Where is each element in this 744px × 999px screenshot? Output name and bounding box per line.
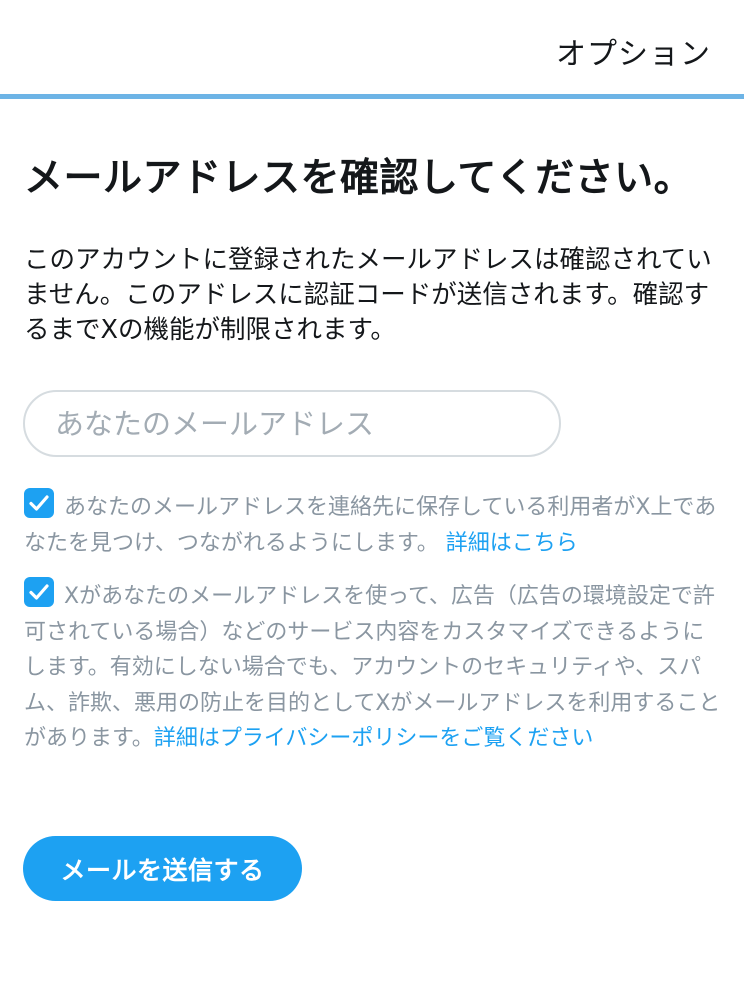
contact-discovery-text: あなたのメールアドレスを連絡先に保存している利用者がX上であなたを見つけ、つなが…	[24, 495, 717, 556]
learn-more-link[interactable]: 詳細はこちら	[446, 531, 578, 556]
send-email-button[interactable]: メールを送信する	[23, 836, 302, 901]
personalization-checkbox[interactable]	[24, 577, 54, 607]
personalization-consent: Xがあなたのメールアドレスを使って、広告（広告の環境設定で許可されている場合）な…	[24, 577, 722, 757]
privacy-policy-link[interactable]: 詳細はプライバシーポリシーをご覧ください	[154, 726, 594, 751]
contact-discovery-checkbox[interactable]	[24, 488, 54, 518]
email-input[interactable]	[23, 390, 561, 457]
checkmark-icon	[29, 495, 49, 511]
progress-line	[0, 94, 744, 99]
verify-email-screen: オプション メールアドレスを確認してください。 このアカウントに登録されたメール…	[0, 0, 744, 999]
page-description: このアカウントに登録されたメールアドレスは確認されていません。このアドレスに認証…	[24, 245, 712, 345]
contact-discovery-consent: あなたのメールアドレスを連絡先に保存している利用者がX上であなたを見つけ、つなが…	[24, 488, 722, 561]
options-link[interactable]: オプション	[556, 37, 711, 73]
top-bar: オプション	[0, 0, 744, 94]
page-title: メールアドレスを確認してください。	[24, 156, 694, 201]
checkmark-icon	[29, 584, 49, 600]
